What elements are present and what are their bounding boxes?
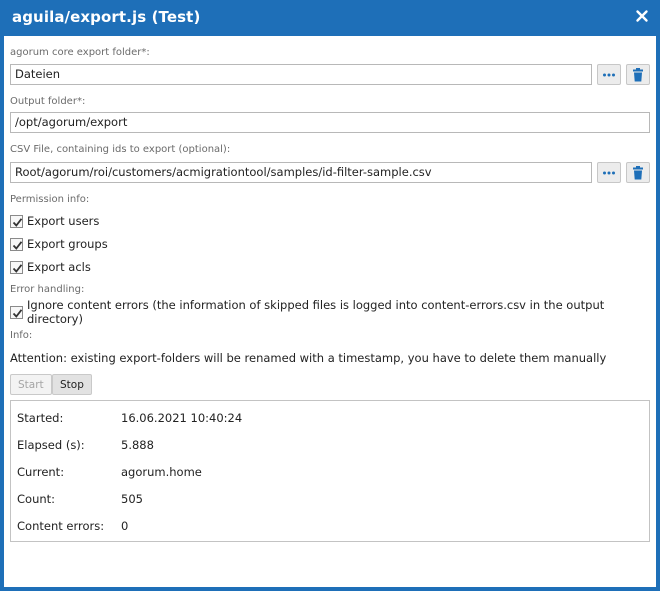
ignore-content-errors-label: Ignore content errors (the information o…: [27, 298, 605, 326]
stop-button[interactable]: Stop: [52, 374, 92, 395]
core-folder-browse-button[interactable]: [597, 64, 621, 85]
export-groups-label: Export groups: [27, 237, 108, 251]
csv-file-field[interactable]: Root/agorum/roi/customers/acmigrationtoo…: [10, 162, 592, 183]
error-handling-label: Error handling:: [10, 284, 85, 295]
export-acls-label: Export acls: [27, 260, 91, 274]
trash-icon: [633, 68, 643, 82]
close-icon[interactable]: [634, 8, 650, 24]
core-folder-label: agorum core export folder*:: [10, 47, 150, 58]
status-panel: Started: 16.06.2021 10:40:24 Elapsed (s)…: [10, 400, 650, 542]
output-folder-label: Output folder*:: [10, 96, 86, 107]
export-acls-checkbox[interactable]: Export acls: [10, 259, 91, 275]
checkbox-checked-icon[interactable]: [10, 237, 23, 251]
checkbox-checked-icon[interactable]: [10, 305, 23, 319]
ignore-content-errors-checkbox[interactable]: Ignore content errors (the information o…: [10, 298, 656, 326]
export-users-label: Export users: [27, 214, 100, 228]
checkbox-checked-icon[interactable]: [10, 214, 23, 228]
status-value: agorum.home: [121, 465, 202, 479]
status-value: 505: [121, 492, 143, 506]
core-folder-field[interactable]: Dateien: [10, 64, 592, 85]
status-value: 5.888: [121, 438, 154, 452]
trash-icon: [633, 166, 643, 180]
status-key: Count:: [17, 492, 56, 506]
checkbox-checked-icon[interactable]: [10, 260, 23, 274]
csv-file-browse-button[interactable]: [597, 162, 621, 183]
csv-file-delete-button[interactable]: [626, 162, 650, 183]
ellipsis-icon: [603, 73, 615, 77]
status-key: Content errors:: [17, 519, 105, 533]
window-title: aguila/export.js (Test): [12, 8, 201, 26]
info-text: Attention: existing export-folders will …: [10, 351, 607, 365]
output-folder-field[interactable]: /opt/agorum/export: [10, 112, 650, 133]
status-value: 0: [121, 519, 129, 533]
info-label: Info:: [10, 330, 33, 341]
start-button[interactable]: Start: [10, 374, 52, 395]
status-key: Elapsed (s):: [17, 438, 85, 452]
status-key: Current:: [17, 465, 65, 479]
export-users-checkbox[interactable]: Export users: [10, 213, 99, 229]
status-value: 16.06.2021 10:40:24: [121, 411, 243, 425]
core-folder-delete-button[interactable]: [626, 64, 650, 85]
export-groups-checkbox[interactable]: Export groups: [10, 236, 108, 252]
dialog-body: agorum core export folder*: Dateien Outp…: [4, 36, 656, 587]
status-key: Started:: [17, 411, 64, 425]
title-bar[interactable]: aguila/export.js (Test): [0, 0, 660, 36]
export-dialog: aguila/export.js (Test) agorum core expo…: [0, 0, 660, 591]
csv-file-label: CSV File, containing ids to export (opti…: [10, 144, 231, 155]
ellipsis-icon: [603, 171, 615, 175]
permission-info-label: Permission info:: [10, 194, 90, 205]
